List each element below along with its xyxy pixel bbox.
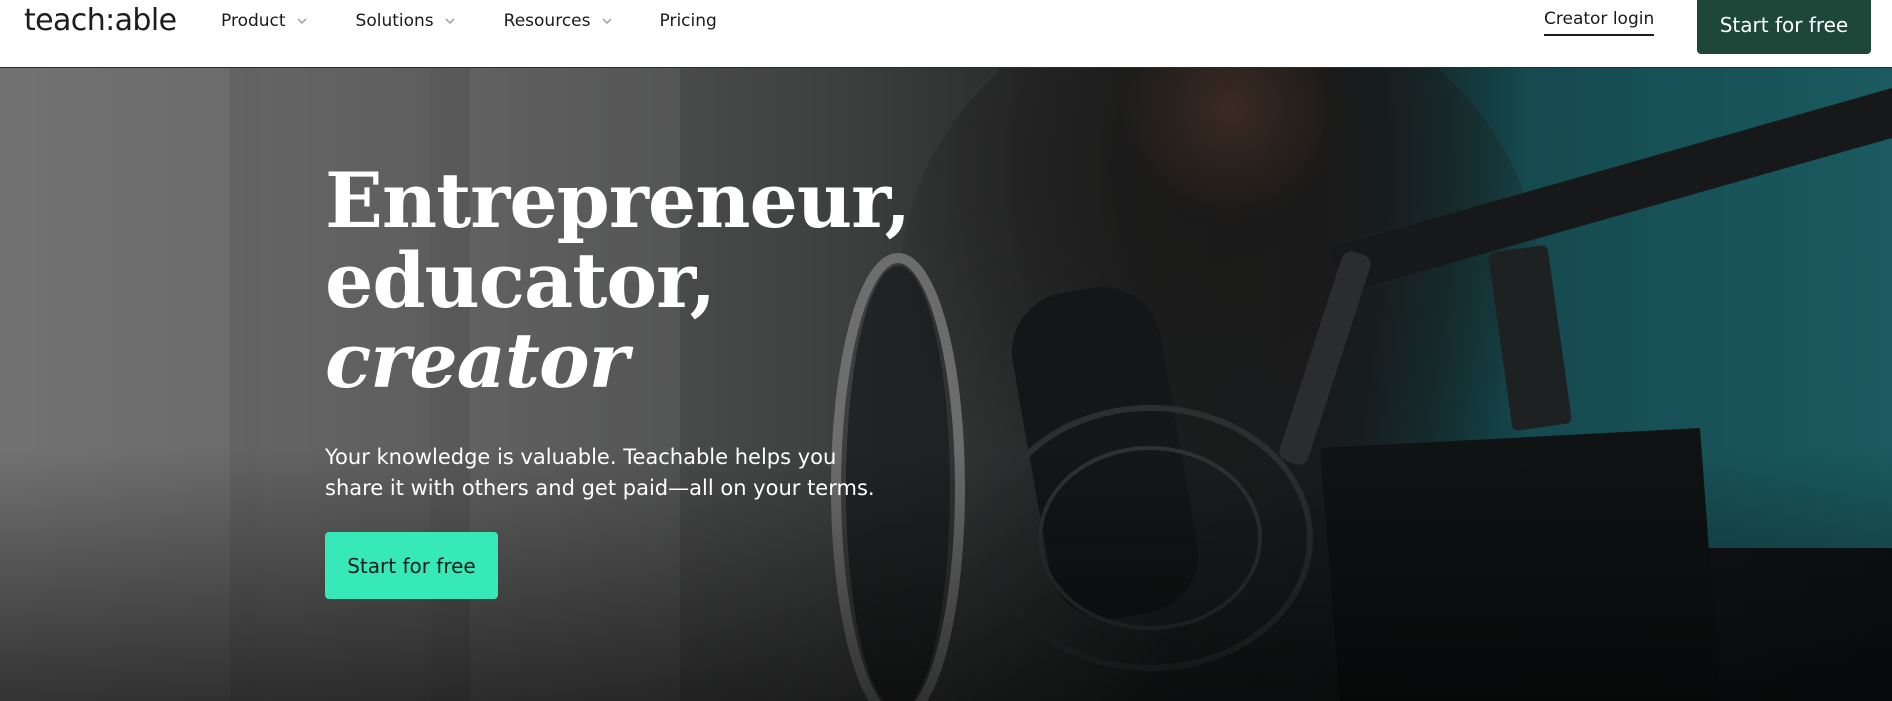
nav-item-label: Solutions — [355, 11, 434, 31]
nav-item-product[interactable]: Product — [221, 0, 308, 42]
chevron-down-icon — [445, 18, 455, 24]
hero-start-for-free-button[interactable]: Start for free — [325, 532, 498, 599]
hero-heading-line: educator, — [325, 236, 716, 325]
main-menu: Product Solutions Resources Pricing — [221, 0, 717, 42]
chevron-down-icon — [602, 18, 611, 24]
top-navigation: teach:able Product Solutions Resources P… — [0, 0, 1892, 68]
hero-subtitle: Your knowledge is valuable. Teachable he… — [325, 445, 875, 500]
hero-background-image — [0, 68, 1892, 701]
nav-item-label: Pricing — [659, 11, 717, 31]
hero-heading-line: Entrepreneur, — [325, 156, 911, 245]
hero-section: Entrepreneur, educator, creator Your kno… — [0, 68, 1892, 701]
nav-item-resources[interactable]: Resources — [504, 0, 613, 42]
nav-item-label: Product — [221, 11, 286, 31]
nav-start-for-free-button[interactable]: Start for free — [1697, 0, 1871, 54]
hero-heading: Entrepreneur, educator, creator — [325, 156, 911, 405]
nav-item-pricing[interactable]: Pricing — [660, 0, 717, 42]
hero-heading-line-italic: creator — [325, 316, 629, 405]
teachable-logo[interactable]: teach:able — [24, 2, 177, 40]
nav-item-solutions[interactable]: Solutions — [356, 0, 456, 42]
nav-item-label: Resources — [503, 11, 591, 31]
creator-login-link[interactable]: Creator login — [1544, 8, 1655, 36]
chevron-down-icon — [297, 18, 307, 24]
